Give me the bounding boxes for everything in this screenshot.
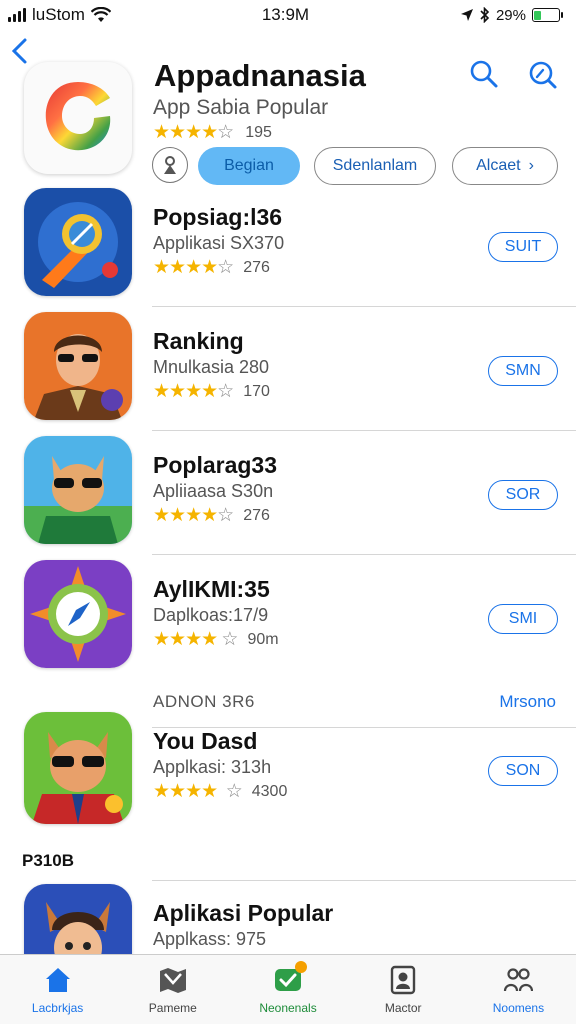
- carrier-label: luStom: [32, 5, 85, 24]
- tab-pameme[interactable]: Pameme: [115, 955, 230, 1024]
- signal-icon: [8, 8, 26, 22]
- filter-chips: Begian Sdenlanlam Alcaet ›: [152, 147, 558, 185]
- tab-label: Noomens: [492, 1001, 545, 1015]
- rating-stars: ★★★★ ☆: [153, 629, 238, 650]
- page-subtitle: App Sabia Popular: [153, 96, 329, 119]
- portrait-icon: [391, 965, 416, 995]
- app-name: Popsiag:l36: [153, 204, 283, 230]
- app-subtitle: Apliiaasa S30n: [153, 481, 274, 501]
- app-icon-cool-dog: [24, 712, 132, 824]
- list-item[interactable]: AylIKMI:35 Daplkoas:17/9 ★★★★ ☆ 90m SMI: [0, 560, 576, 684]
- chip-alcaet-label: Alcaet: [476, 157, 521, 174]
- list-item[interactable]: You Dasd Applkasi: 313h ★★★★ ☆ 4300 SON: [0, 712, 576, 836]
- chevron-right-icon: ›: [528, 157, 534, 174]
- divider: [152, 430, 576, 431]
- divider: [152, 306, 576, 307]
- battery-icon: [531, 8, 563, 22]
- back-chevron-icon[interactable]: [8, 36, 32, 66]
- wifi-icon: [90, 7, 111, 22]
- list-item[interactable]: Ranking Mnulkasia 280 ★★★★☆ 170 SMN: [0, 312, 576, 436]
- divider: [152, 554, 576, 555]
- divider: [152, 880, 576, 881]
- rating-stars: ★★★★☆: [153, 381, 234, 402]
- app-rating: ★★★★☆ 276: [153, 256, 270, 279]
- app-name: AylIKMI:35: [153, 576, 270, 602]
- location-icon: [460, 9, 473, 21]
- home-icon: [45, 968, 70, 992]
- tab-lacbrkjas[interactable]: Lacbrkjas: [0, 955, 115, 1024]
- app-subtitle: Applkass: 975: [153, 929, 267, 949]
- chip-sdenlanlam[interactable]: Sdenlanlam: [314, 147, 436, 185]
- app-name: You Dasd: [153, 728, 258, 754]
- section-label: P310B: [22, 851, 74, 870]
- get-button[interactable]: SON: [488, 756, 558, 786]
- app-name: Poplarag33: [153, 452, 277, 478]
- app-subtitle: Mnulkasia 280: [153, 357, 270, 377]
- status-bar: luStom 13:9M 29%: [0, 0, 576, 30]
- rating-stars: ★★★★☆: [153, 257, 234, 278]
- get-button[interactable]: SMN: [488, 356, 558, 386]
- rating-stars: ★★★★☆: [153, 122, 234, 143]
- chip-begian[interactable]: Begian: [198, 147, 300, 185]
- tab-label: Neonenals: [259, 1001, 317, 1015]
- rating-stars: ★★★★ ☆: [153, 781, 243, 802]
- tab-label: Mactor: [384, 1001, 422, 1015]
- page-title: Appadnanasia: [154, 58, 366, 93]
- rating-stars: ★★★★☆: [153, 505, 234, 526]
- app-rating: ★★★★☆ 276: [153, 504, 270, 527]
- bluetooth-icon: [480, 7, 490, 23]
- featured-app-icon[interactable]: [24, 62, 132, 174]
- tab-mactor[interactable]: Mactor: [346, 955, 461, 1024]
- app-subtitle: Applkasi: 313h: [153, 757, 272, 777]
- app-rating: ★★★★ ☆ 4300: [153, 780, 287, 803]
- get-button[interactable]: SMI: [488, 604, 558, 634]
- tab-noomens[interactable]: Noomens: [461, 955, 576, 1024]
- rating-count: 90m: [247, 630, 279, 648]
- app-subtitle: Applikasi SX370: [153, 233, 285, 253]
- search-spark-icon[interactable]: [526, 58, 558, 90]
- rating-count: 195: [245, 123, 272, 141]
- tab-bar: Lacbrkjas Pameme Neonenals Mactor Noomen…: [0, 954, 576, 1024]
- list-item[interactable]: Popsiag:l36 Applikasi SX370 ★★★★☆ 276 SU…: [0, 188, 576, 312]
- tab-label: Lacbrkjas: [31, 1001, 84, 1015]
- chip-alcaet[interactable]: Alcaet ›: [452, 147, 558, 185]
- rating-count: 4300: [251, 782, 288, 800]
- get-button[interactable]: SUIT: [488, 232, 558, 262]
- app-name: Ranking: [153, 328, 244, 354]
- avatar-chip[interactable]: [152, 147, 188, 183]
- see-more-link[interactable]: Mrsono: [499, 692, 556, 712]
- tab-label: Pameme: [148, 1001, 197, 1015]
- hero-rating: ★★★★☆ 195: [153, 121, 272, 144]
- people-icon: [504, 968, 534, 992]
- app-name: Aplikasi Popular: [153, 900, 334, 926]
- app-subtitle: Daplkoas:17/9: [153, 605, 269, 625]
- battery-percent: 29%: [495, 6, 526, 24]
- app-icon-compass-rocket: [24, 188, 132, 296]
- app-icon-compass: [24, 560, 132, 668]
- list-item[interactable]: Poplarag33 Apliiaasa S30n ★★★★☆ 276 SOR: [0, 436, 576, 560]
- badge-dot: [295, 961, 307, 973]
- app-rating: ★★★★☆ 170: [153, 380, 270, 403]
- rating-count: 170: [243, 382, 270, 400]
- rating-count: 276: [243, 258, 270, 276]
- app-rating: ★★★★ ☆ 90m: [153, 628, 279, 651]
- app-icon-cool-guy: [24, 312, 132, 420]
- app-icon-sunglasses-cat: [24, 436, 132, 544]
- rating-count: 276: [243, 506, 270, 524]
- games-icon: [273, 961, 307, 995]
- section-header: ADNON 3R6: [153, 692, 255, 711]
- map-icon: [159, 968, 186, 993]
- search-icon[interactable]: [468, 58, 500, 90]
- get-button[interactable]: SOR: [488, 480, 558, 510]
- status-time: 13:9M: [261, 5, 310, 24]
- tab-neonenals[interactable]: Neonenals: [230, 955, 345, 1024]
- person-pin-icon: [164, 156, 176, 174]
